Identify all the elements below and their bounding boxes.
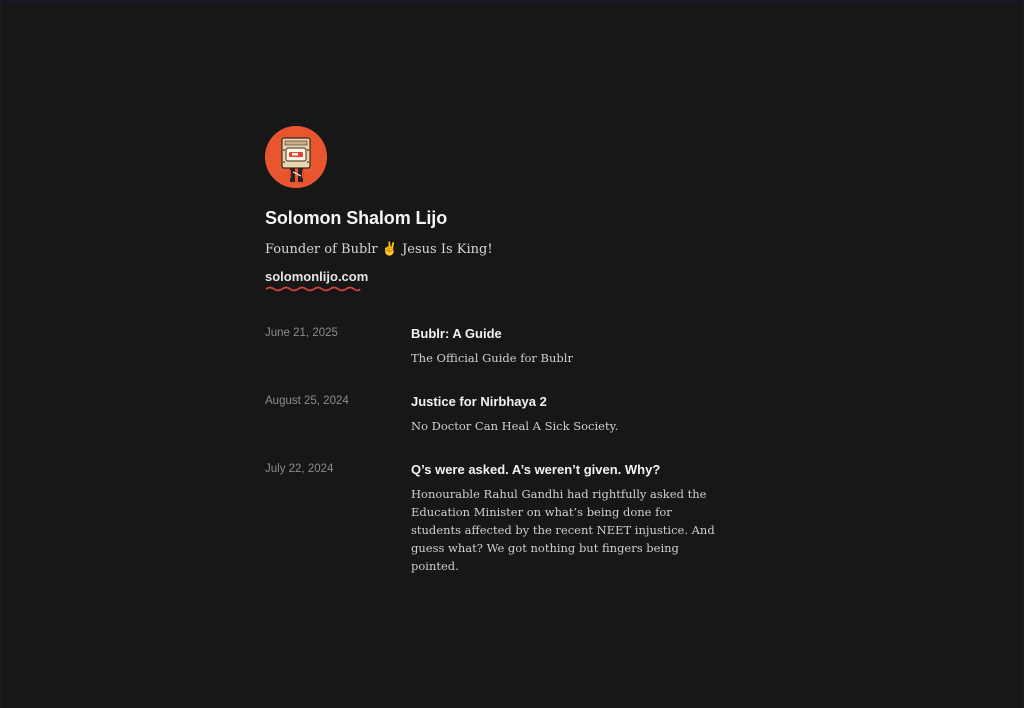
profile-name: Solomon Shalom Lijo <box>265 208 448 228</box>
post-date: July 22, 2024 <box>265 463 334 475</box>
post-date: August 25, 2024 <box>265 395 349 407</box>
post-body: Q’s were asked. A’s weren’t given. Why? … <box>411 462 721 575</box>
post-description: No Doctor Can Heal A Sick Society. <box>411 419 619 433</box>
page-frame: Solomon Shalom Lijo Founder of Bublr ✌️ … <box>0 0 1024 708</box>
post-title[interactable]: Q’s were asked. A’s weren’t given. Why? <box>411 462 721 477</box>
post-date: June 21, 2025 <box>265 327 338 339</box>
post-body: Bublr: A Guide The Official Guide for Bu… <box>411 326 721 367</box>
post-description: Honourable Rahul Gandhi had rightfully a… <box>411 487 715 573</box>
avatar <box>265 126 327 188</box>
profile-page: Solomon Shalom Lijo Founder of Bublr ✌️ … <box>265 126 725 602</box>
profile-tagline: Founder of Bublr ✌️ Jesus Is King! <box>265 242 493 257</box>
post-list: June 21, 2025 Bublr: A Guide The Officia… <box>265 326 725 575</box>
robot-avatar-icon <box>265 126 327 188</box>
post-item[interactable]: August 25, 2024 Justice for Nirbhaya 2 N… <box>265 394 725 435</box>
website-link[interactable]: solomonlijo.com <box>265 269 369 292</box>
post-body: Justice for Nirbhaya 2 No Doctor Can Hea… <box>411 394 721 435</box>
website-link-label: solomonlijo.com <box>265 269 369 284</box>
post-title[interactable]: Bublr: A Guide <box>411 326 721 341</box>
post-item[interactable]: July 22, 2024 Q’s were asked. A’s weren’… <box>265 462 725 575</box>
squiggle-underline-icon <box>265 286 361 292</box>
post-title[interactable]: Justice for Nirbhaya 2 <box>411 394 721 409</box>
post-item[interactable]: June 21, 2025 Bublr: A Guide The Officia… <box>265 326 725 367</box>
post-description: The Official Guide for Bublr <box>411 351 573 365</box>
